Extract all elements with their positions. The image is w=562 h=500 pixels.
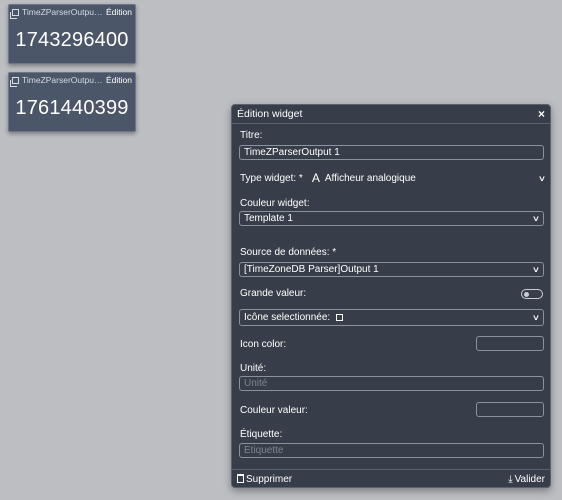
couleur-widget-select[interactable]: Template 1 ∨ [239, 211, 544, 226]
type-widget-label: Type widget: * [240, 172, 303, 184]
type-widget-row[interactable]: Type widget: * A Afficheur analogique ∨ [240, 171, 546, 185]
download-icon: ⤓ [508, 474, 513, 485]
grande-valeur-label: Grande valeur: [240, 288, 307, 299]
widget-title: TimeZParserOutput... [22, 75, 103, 85]
couleur-valeur-picker[interactable] [476, 402, 544, 417]
chevron-down-icon: ∨ [531, 214, 541, 223]
valider-label: Valider [514, 474, 545, 485]
titre-input[interactable] [239, 145, 544, 160]
chevron-down-icon: ∨ [531, 265, 541, 274]
supprimer-button[interactable]: Supprimer [237, 474, 292, 485]
valider-button[interactable]: ⤓ Valider [508, 474, 545, 485]
font-icon: A [311, 171, 320, 185]
source-value: [TimeZoneDB Parser]Output 1 [244, 264, 379, 275]
square-icon [336, 314, 344, 321]
dialog-title: Édition widget [237, 108, 303, 120]
icone-select[interactable]: Icône selectionnée: ∨ [239, 309, 544, 326]
widget-card[interactable]: TimeZParserOutput... Édition 1761440399 [8, 72, 136, 132]
chevron-down-icon[interactable]: ∨ [538, 174, 546, 183]
widget-header: TimeZParserOutput... Édition [9, 73, 135, 87]
couleur-widget-label: Couleur widget: [240, 198, 310, 209]
supprimer-label: Supprimer [246, 474, 293, 485]
edit-link[interactable]: Édition [106, 75, 132, 85]
dialog-footer: Supprimer ⤓ Valider [232, 469, 550, 487]
dialog-header: Édition widget × [232, 105, 550, 124]
source-select[interactable]: [TimeZoneDB Parser]Output 1 ∨ [239, 262, 544, 277]
type-widget-value: Afficheur analogique [324, 172, 416, 184]
icon-color-label: Icon color: [240, 339, 287, 350]
widget-value: 1761440399 [15, 97, 129, 119]
couleur-valeur-label: Couleur valeur: [240, 405, 308, 416]
widget-header: TimeZParserOutput... Édition [9, 5, 135, 19]
copy-icon[interactable] [10, 8, 19, 19]
edit-widget-dialog: Édition widget × Titre: Type widget: * A… [231, 104, 551, 488]
trash-icon [237, 474, 244, 483]
unite-label: Unité: [240, 363, 267, 374]
etiquette-label: Étiquette: [240, 429, 283, 440]
etiquette-input[interactable] [239, 443, 544, 458]
source-label: Source de données: * [240, 247, 337, 258]
close-icon[interactable]: × [538, 108, 545, 120]
edit-link[interactable]: Édition [106, 7, 132, 17]
unite-input[interactable] [239, 376, 544, 391]
titre-label: Titre: [240, 130, 263, 141]
widget-title: TimeZParserOutput... [22, 7, 103, 17]
chevron-down-icon: ∨ [531, 313, 541, 322]
grande-valeur-toggle[interactable] [521, 289, 543, 299]
couleur-widget-value: Template 1 [244, 213, 293, 224]
copy-icon[interactable] [10, 76, 19, 87]
icon-color-picker[interactable] [476, 336, 544, 351]
widget-card[interactable]: TimeZParserOutput... Édition 1743296400 [8, 4, 136, 64]
icone-label: Icône selectionnée: [244, 312, 331, 323]
widget-value: 1743296400 [15, 29, 129, 51]
